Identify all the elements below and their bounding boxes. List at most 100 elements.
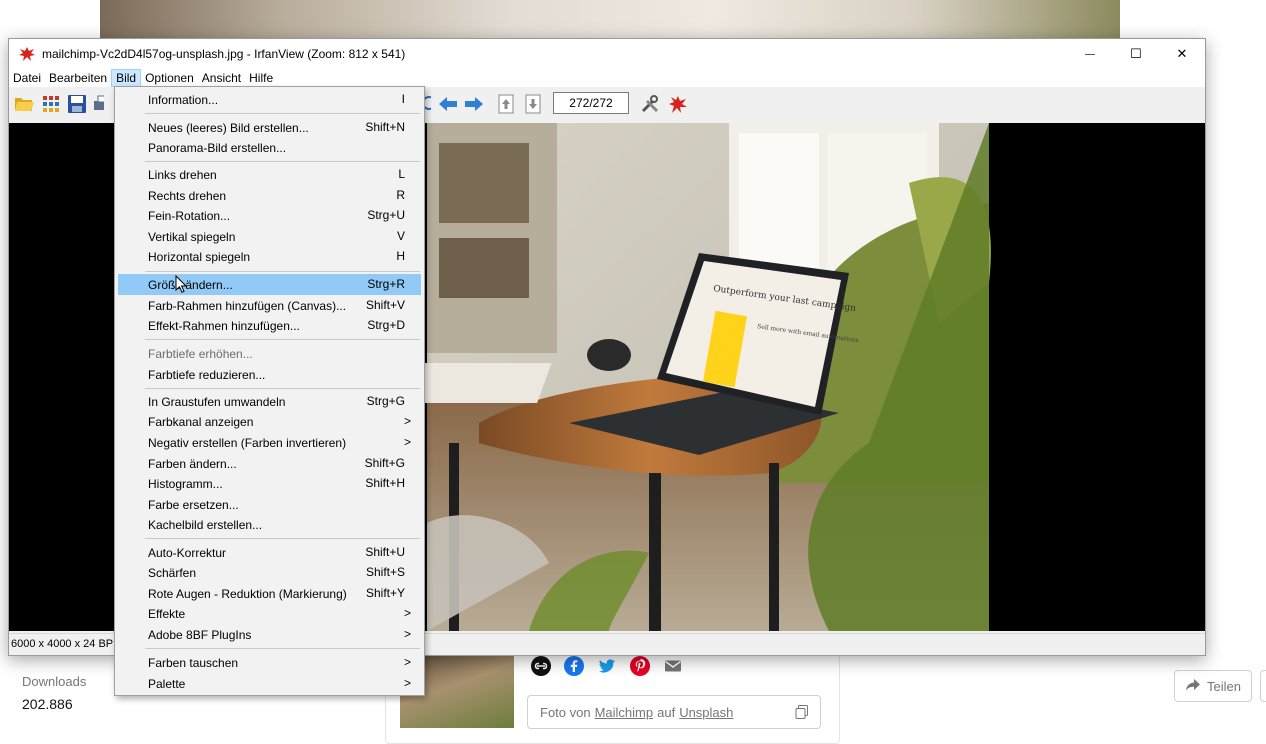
irfanview-icon[interactable] xyxy=(667,93,689,115)
menu-item-8bf-plugins[interactable]: Adobe 8BF PlugIns > xyxy=(118,624,421,645)
menu-item-sharpen[interactable]: Schärfen Shift+S xyxy=(118,562,421,583)
menu-item-shortcut: H xyxy=(396,249,405,263)
menu-item-rotate-left[interactable]: Links drehen L xyxy=(118,164,421,185)
menu-item-color-border[interactable]: Farb-Rahmen hinzufügen (Canvas)... Shift+… xyxy=(118,295,421,316)
settings-icon[interactable] xyxy=(639,93,661,115)
menu-item-red-eye[interactable]: Rote Augen - Reduktion (Markierung) Shift… xyxy=(118,583,421,604)
menu-item-shortcut: R xyxy=(396,188,405,202)
menu-item-label: In Graustufen umwandeln xyxy=(148,394,286,409)
menu-item-change-colors[interactable]: Farben ändern... Shift+G xyxy=(118,453,421,474)
menu-datei[interactable]: Datei xyxy=(9,69,45,87)
downloads-count: 202.886 xyxy=(22,696,73,712)
menu-item-information[interactable]: Information... I xyxy=(118,89,421,110)
mail-icon[interactable] xyxy=(663,656,683,676)
last-page-icon[interactable] xyxy=(522,93,544,115)
menu-item-color-channel[interactable]: Farbkanal anzeigen > xyxy=(118,411,421,432)
minimize-button[interactable]: — xyxy=(1067,39,1113,69)
menu-item-label: Farbtiefe reduzieren... xyxy=(148,367,266,382)
minimize-icon: — xyxy=(1085,48,1095,60)
menu-item-label: Rote Augen - Reduktion (Markierung) xyxy=(148,586,347,601)
menu-item-shortcut: Shift+N xyxy=(365,120,405,134)
share-arrow-icon xyxy=(1185,678,1201,695)
menu-item-shortcut: L xyxy=(398,167,405,181)
mouse-cursor-icon xyxy=(175,274,188,298)
menu-item-replace-color[interactable]: Farbe ersetzen... xyxy=(118,494,421,515)
menu-item-flip-vertical[interactable]: Vertikal spiegeln V xyxy=(118,226,421,247)
menu-separator xyxy=(145,113,420,114)
menu-item-resize[interactable]: Größe ändern... Strg+R xyxy=(118,274,421,295)
credit-author-link[interactable]: Mailchimp xyxy=(595,705,654,720)
menu-item-tile-image[interactable]: Kachelbild erstellen... xyxy=(118,514,421,535)
photo-credit-box: Foto von Mailchimp auf Unsplash xyxy=(527,695,821,729)
submenu-arrow-icon: > xyxy=(403,627,411,641)
credit-middle: auf xyxy=(657,704,676,720)
menu-item-label: Farben tauschen xyxy=(148,655,239,670)
first-page-icon[interactable] xyxy=(495,93,517,115)
menu-item-shortcut: Shift+G xyxy=(364,456,405,470)
twitter-icon[interactable] xyxy=(597,656,617,676)
menu-item-effects[interactable]: Effekte > xyxy=(118,603,421,624)
previous-icon[interactable] xyxy=(437,93,459,115)
menu-item-panorama[interactable]: Panorama-Bild erstellen... xyxy=(118,137,421,158)
share-button-label: Teilen xyxy=(1207,678,1241,694)
window-title: mailchimp-Vc2dD4l57og-unsplash.jpg - Irf… xyxy=(42,47,406,61)
image-info: 6000 x 4000 x 24 BPP xyxy=(11,638,121,650)
menu-item-label: Palette xyxy=(148,676,186,691)
menu-item-grayscale[interactable]: In Graustufen umwandeln Strg+G xyxy=(118,391,421,412)
copy-icon[interactable] xyxy=(794,704,810,723)
partial-button[interactable] xyxy=(1260,670,1266,702)
menu-hilfe[interactable]: Hilfe xyxy=(245,69,277,87)
menu-item-swap-colors[interactable]: Farben tauschen > xyxy=(118,652,421,673)
link-icon[interactable] xyxy=(531,656,551,676)
menu-separator xyxy=(145,271,420,272)
menu-item-fine-rotation[interactable]: Fein-Rotation... Strg+U xyxy=(118,205,421,226)
menu-item-label: Farbtiefe erhöhen... xyxy=(148,346,253,361)
menu-bearbeiten[interactable]: Bearbeiten xyxy=(45,69,111,87)
title-bar[interactable]: mailchimp-Vc2dD4l57og-unsplash.jpg - Irf… xyxy=(9,39,1205,69)
next-icon[interactable] xyxy=(463,93,485,115)
menu-item-shortcut: Strg+G xyxy=(366,394,405,408)
menu-item-label: Farben ändern... xyxy=(148,456,237,471)
menu-item-shortcut: Shift+H xyxy=(365,476,405,490)
screen: Downloads 202.886 Foto von Mailchimp auf… xyxy=(0,0,1266,744)
pinterest-icon[interactable] xyxy=(630,656,650,676)
share-button[interactable]: Teilen xyxy=(1174,670,1252,702)
menu-item-flip-horizontal[interactable]: Horizontal spiegeln H xyxy=(118,246,421,267)
submenu-arrow-icon: > xyxy=(403,606,411,620)
thumbnails-icon[interactable] xyxy=(40,93,62,115)
menu-item-label: Fein-Rotation... xyxy=(148,208,231,223)
maximize-icon: ☐ xyxy=(1130,46,1142,61)
close-icon: ✕ xyxy=(1176,46,1188,61)
menu-item-auto-correct[interactable]: Auto-Korrektur Shift+U xyxy=(118,542,421,563)
menu-item-shortcut: Shift+U xyxy=(365,545,405,559)
downloads-label: Downloads xyxy=(22,674,87,689)
menu-item-histogram[interactable]: Histogramm... Shift+H xyxy=(118,473,421,494)
menu-item-new-image[interactable]: Neues (leeres) Bild erstellen... Shift+N xyxy=(118,117,421,138)
menu-optionen[interactable]: Optionen xyxy=(141,69,198,87)
print-icon[interactable] xyxy=(92,93,104,115)
menu-item-label: Negativ erstellen (Farben invertieren) xyxy=(148,435,347,450)
irfanview-app-icon xyxy=(18,46,36,62)
menu-item-rotate-right[interactable]: Rechts drehen R xyxy=(118,185,421,206)
menu-item-label: Vertikal spiegeln xyxy=(148,229,236,244)
close-button[interactable]: ✕ xyxy=(1159,39,1205,69)
menu-item-effect-border[interactable]: Effekt-Rahmen hinzufügen... Strg+D xyxy=(118,315,421,336)
menu-item-label: Links drehen xyxy=(148,167,217,182)
menu-item-palette[interactable]: Palette > xyxy=(118,673,421,694)
facebook-icon[interactable] xyxy=(564,656,584,676)
menu-item-label: Farbkanal anzeigen xyxy=(148,414,254,429)
credit-prefix: Foto von xyxy=(540,704,591,720)
menu-item-label: Effekte xyxy=(148,606,186,621)
menu-ansicht[interactable]: Ansicht xyxy=(198,69,245,87)
maximize-button[interactable]: ☐ xyxy=(1113,39,1159,69)
menu-item-shortcut: Shift+Y xyxy=(365,586,405,600)
open-folder-icon[interactable] xyxy=(13,93,35,115)
page-counter-input[interactable]: 272/272 xyxy=(553,92,629,114)
menu-item-shortcut: Shift+V xyxy=(365,298,405,312)
menu-item-decrease-depth[interactable]: Farbtiefe reduzieren... xyxy=(118,364,421,385)
save-icon[interactable] xyxy=(66,93,88,115)
credit-site-link[interactable]: Unsplash xyxy=(679,705,733,720)
menu-bild[interactable]: Bild xyxy=(111,69,142,87)
menu-item-negative[interactable]: Negativ erstellen (Farben invertieren) > xyxy=(118,432,421,453)
menu-item-label: Panorama-Bild erstellen... xyxy=(148,140,287,155)
